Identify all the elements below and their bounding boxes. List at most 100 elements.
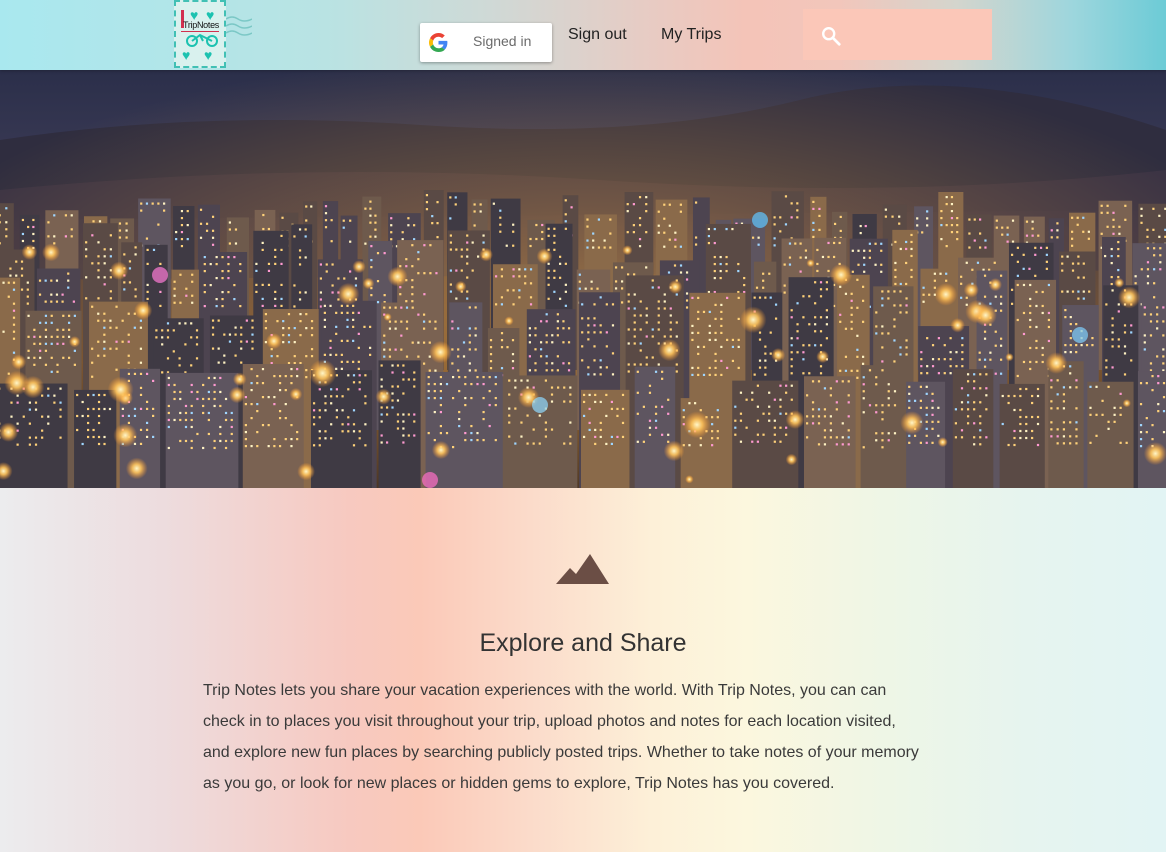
building-window: [374, 235, 377, 238]
building-window: [91, 262, 94, 265]
building-window: [994, 295, 997, 298]
building-window: [908, 441, 911, 444]
building-window: [1034, 274, 1037, 277]
building-window: [968, 218, 971, 221]
building-window: [293, 235, 296, 238]
building-window: [5, 228, 8, 231]
building-window: [282, 320, 285, 323]
building-window: [298, 263, 302, 266]
building-window: [293, 305, 296, 308]
building-window: [884, 208, 887, 211]
building-window: [875, 376, 878, 379]
building-window: [812, 207, 815, 211]
building-window: [569, 442, 572, 445]
search-bar[interactable]: [803, 9, 992, 60]
building-window: [121, 340, 124, 343]
building-window: [1075, 421, 1078, 424]
building-window: [417, 272, 420, 275]
building-window: [280, 283, 283, 287]
building-window: [535, 237, 538, 241]
building-window: [109, 347, 112, 350]
building-window: [1025, 234, 1029, 237]
building-window: [282, 341, 285, 344]
building-window: [739, 391, 743, 394]
building-window: [1145, 382, 1148, 385]
building-window: [1007, 401, 1010, 405]
city-light: [900, 411, 924, 435]
city-light: [125, 457, 148, 480]
building-window: [10, 401, 13, 404]
building-window: [1110, 261, 1113, 265]
building-window: [293, 355, 296, 358]
building-window: [186, 237, 189, 241]
building-window: [354, 277, 358, 280]
building-window: [1146, 247, 1150, 250]
building-window: [933, 286, 936, 289]
building-window: [960, 296, 963, 299]
building-window: [32, 218, 35, 222]
building-window: [949, 351, 952, 354]
building-window: [92, 393, 95, 397]
building-window: [812, 200, 815, 204]
building-window: [755, 286, 759, 289]
building-window: [1134, 282, 1137, 285]
tripnotes-logo[interactable]: ♥ ♥ TripNotes ♥ ♥: [174, 0, 252, 70]
building-window: [891, 215, 894, 218]
building-window: [636, 391, 639, 394]
building-window: [215, 277, 218, 280]
building-window: [228, 333, 232, 336]
building-window: [539, 320, 543, 323]
building-window: [551, 369, 554, 372]
building-window: [287, 341, 291, 344]
building-window: [67, 279, 70, 282]
building-window: [814, 281, 817, 284]
building-window: [520, 435, 523, 438]
building-window: [960, 275, 963, 278]
building-window: [688, 444, 691, 447]
my-trips-link[interactable]: My Trips: [661, 26, 721, 44]
building-window: [50, 300, 53, 303]
building-window: [808, 323, 811, 326]
building-window: [145, 435, 149, 439]
building-window: [945, 244, 948, 248]
sign-out-link[interactable]: Sign out: [568, 26, 627, 44]
building-window: [190, 425, 193, 429]
building-window: [500, 339, 504, 342]
building-window: [714, 338, 717, 342]
building-window: [213, 404, 216, 408]
building-window: [1149, 334, 1153, 337]
neon-light: [1072, 327, 1088, 343]
building-window: [599, 373, 602, 376]
building-window: [445, 431, 449, 435]
building-window: [190, 439, 193, 443]
building-window: [413, 413, 416, 416]
search-input[interactable]: [851, 21, 985, 51]
city-skyline-illustration: [0, 70, 1166, 488]
google-signin-button[interactable]: Signed in: [420, 23, 552, 62]
building-window: [27, 225, 30, 229]
building-window: [466, 290, 469, 293]
building-window: [312, 402, 316, 405]
building-window: [405, 265, 408, 268]
building-window: [773, 426, 776, 429]
building-window: [323, 353, 326, 356]
building-window: [839, 313, 842, 316]
building-window: [215, 256, 218, 259]
building-window: [708, 373, 711, 377]
building-window: [145, 400, 149, 404]
building-window: [564, 262, 567, 265]
building-window: [893, 339, 896, 342]
building-window: [745, 426, 748, 429]
building-window: [1069, 351, 1072, 354]
building-window: [474, 327, 477, 330]
building-window: [167, 383, 170, 387]
building-window: [905, 339, 908, 342]
building-window: [146, 262, 149, 266]
building-window: [436, 236, 439, 239]
building-window: [1045, 246, 1048, 249]
building-window: [593, 324, 596, 327]
building-window: [152, 414, 155, 418]
building-window: [470, 424, 473, 428]
city-light: [963, 282, 979, 298]
building-window: [508, 421, 511, 424]
